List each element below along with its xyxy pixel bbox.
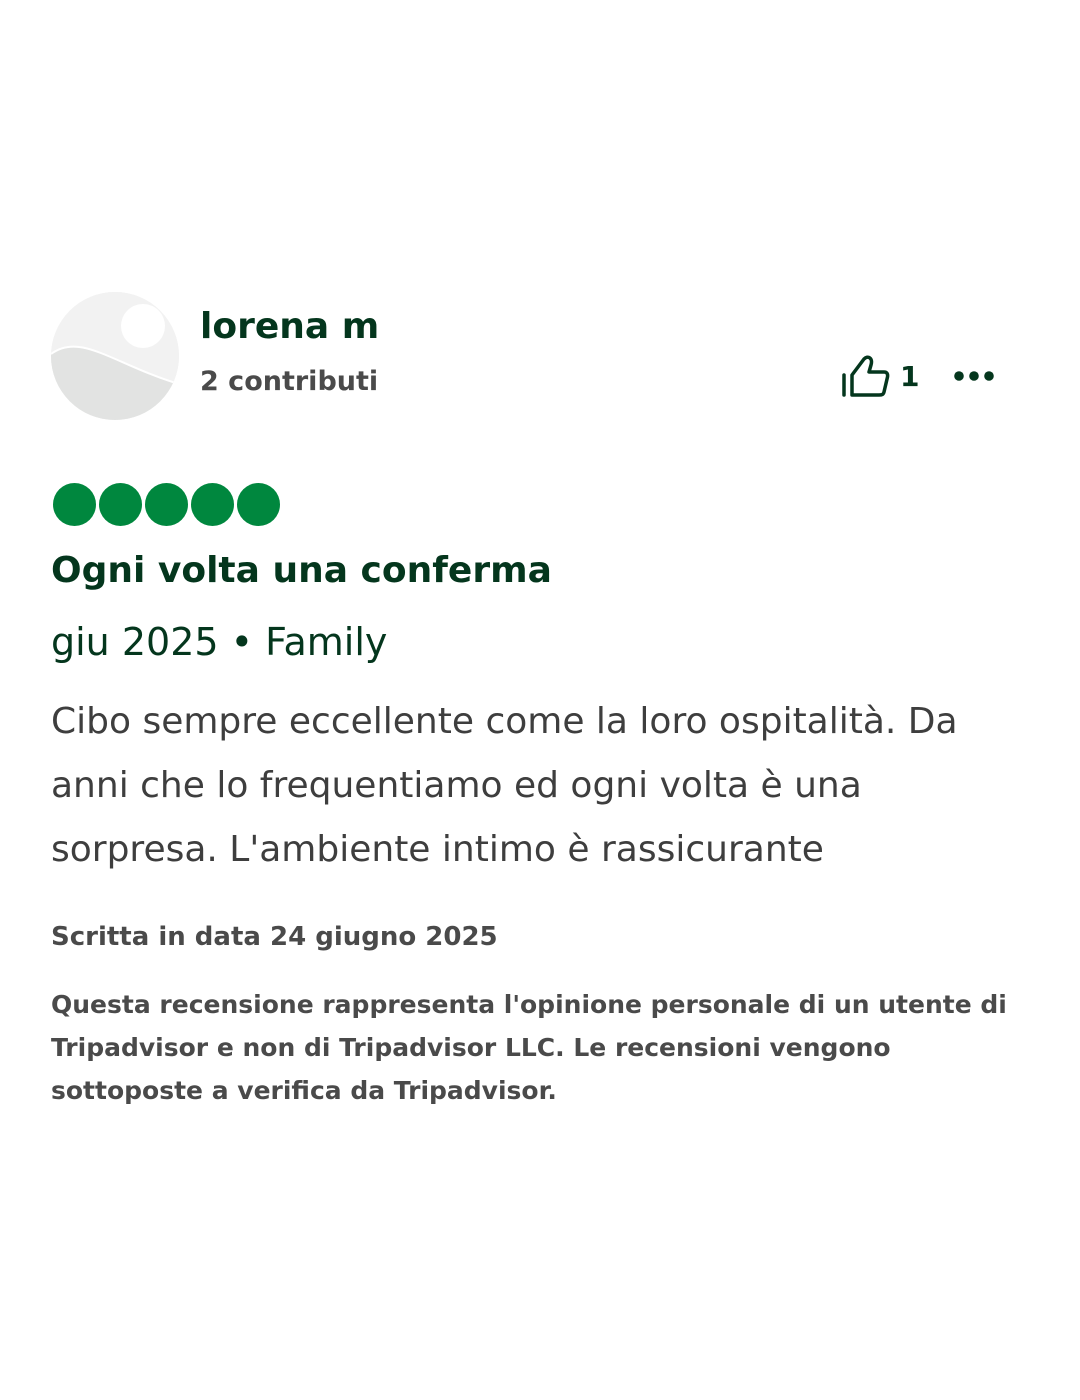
default-avatar-icon	[51, 292, 179, 420]
review-visit-meta: giu 2025 • Family	[51, 620, 388, 664]
thumbs-up-icon	[842, 355, 890, 397]
review-disclaimer: Questa recensione rappresenta l'opinione…	[51, 990, 1007, 1105]
rating-bubble	[53, 483, 96, 526]
reviewer-contributions: 2 contributi	[200, 366, 379, 397]
reviewer-name[interactable]: lorena m	[200, 306, 379, 347]
helpful-vote-button[interactable]: 1	[840, 352, 919, 400]
rating-bubble	[145, 483, 188, 526]
more-options-button[interactable]	[948, 356, 1000, 396]
avatar[interactable]	[51, 292, 179, 420]
review-card: lorena m 2 contributi 1 Ogni volta una c…	[0, 0, 1080, 1400]
more-horizontal-icon	[954, 371, 994, 381]
rating-bubbles	[53, 483, 280, 526]
review-body: Cibo sempre eccellente come la loro ospi…	[51, 701, 958, 870]
helpful-count: 1	[900, 359, 920, 393]
review-title: Ogni volta una conferma	[51, 550, 552, 591]
rating-bubble	[99, 483, 142, 526]
review-written-date: Scritta in data 24 giugno 2025	[51, 922, 498, 952]
rating-bubble	[237, 483, 280, 526]
rating-bubble	[191, 483, 234, 526]
